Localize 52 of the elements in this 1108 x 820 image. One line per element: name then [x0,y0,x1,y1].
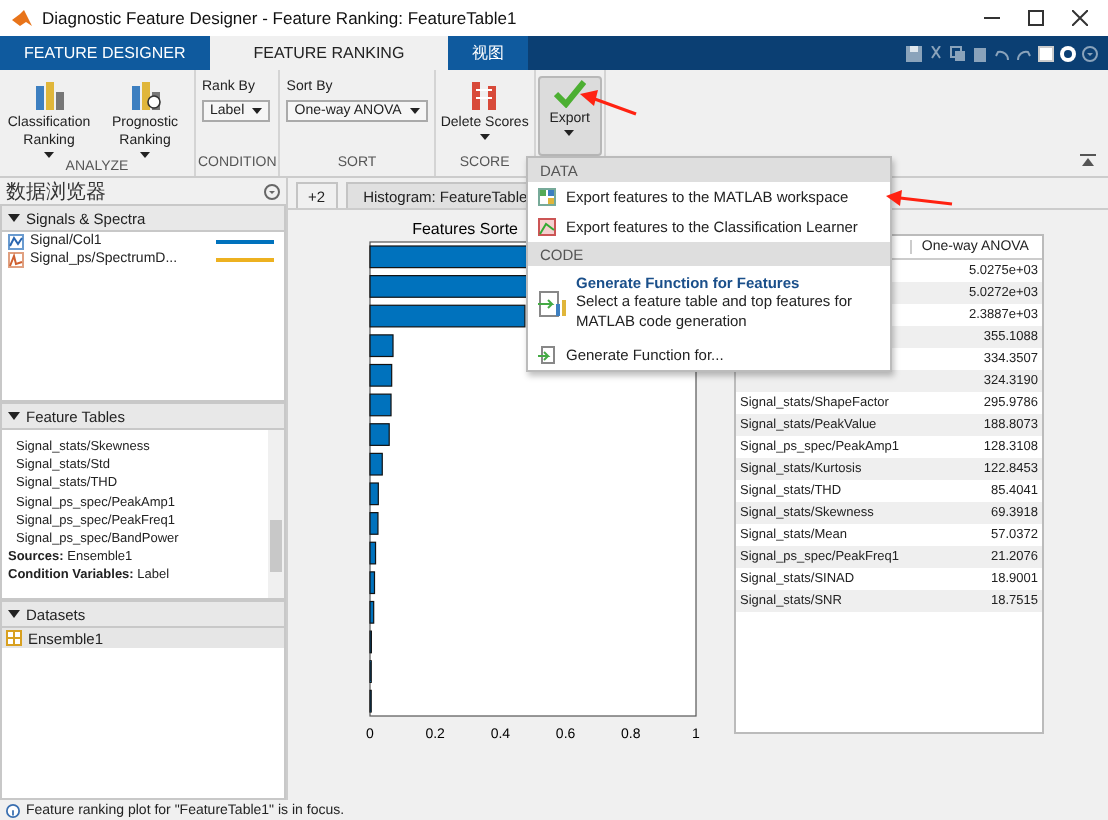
save-icon[interactable] [906,45,922,61]
annotation-arrow [886,190,953,206]
bar [369,334,394,358]
caret-icon [479,134,490,140]
caret-icon [409,108,420,114]
chart-title: Features Sorte [412,220,518,238]
function-icon [538,289,566,317]
app-logo-icon [12,8,32,28]
collapse-caret-icon [8,610,20,618]
bar-chart-icon [33,80,65,112]
bar [369,423,390,446]
caret-icon [140,152,150,158]
bar [369,541,377,565]
ribbon-tab[interactable]: 视图 [448,36,529,70]
undo-icon[interactable] [994,45,1010,61]
bar [369,393,392,417]
bar [369,571,376,595]
close-icon[interactable] [1072,10,1088,26]
layout-icon[interactable] [1038,45,1054,61]
help-icon[interactable] [1060,45,1076,61]
caret-icon [252,108,263,114]
info-icon [6,803,20,817]
copy-icon[interactable] [950,45,966,61]
grid-icon [538,188,556,206]
caret-icon [564,130,575,136]
chart-icon [538,218,556,236]
bar [369,600,375,624]
bar-chart-clock-icon [129,80,161,112]
paste-icon[interactable] [972,45,988,61]
bar [369,452,383,476]
spectrum-icon [8,251,24,267]
panel-title: 数据浏览器 [6,179,106,205]
bar [369,363,393,387]
cut-icon[interactable] [928,45,944,61]
collapse-caret-icon [8,214,20,222]
delete-icon [468,80,501,112]
caret-icon [44,152,54,158]
bar [369,482,379,506]
ribbon-tab[interactable]: FEATURE RANKING [209,36,449,70]
ribbon-tab[interactable]: FEATURE DESIGNER [0,36,210,70]
maximize-icon[interactable] [1028,10,1044,26]
collapse-icon[interactable] [1080,154,1096,168]
options-icon[interactable] [264,183,280,199]
options-icon[interactable] [1082,45,1098,61]
collapse-caret-icon [8,412,20,420]
bar [369,512,379,535]
annotation-arrow [580,90,637,116]
check-icon [553,80,586,108]
scrollbar[interactable] [268,430,284,598]
redo-icon[interactable] [1016,45,1032,61]
window-title: Diagnostic Feature Designer - Feature Ranking: FeatureTable1 [42,8,517,28]
function-icon [538,346,556,364]
